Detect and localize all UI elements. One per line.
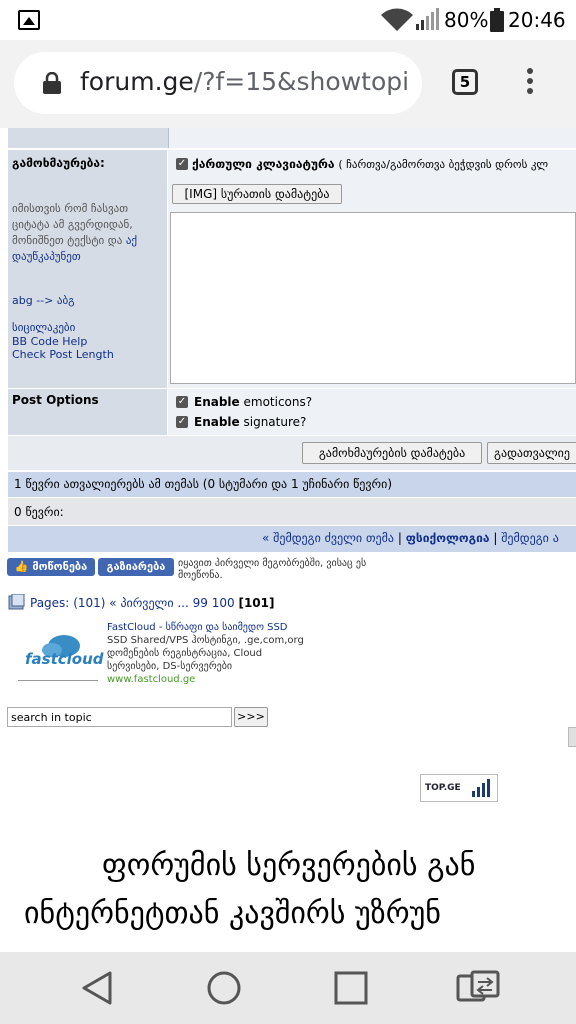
abg-link[interactable]: abg --> აბგ (12, 294, 75, 307)
page-100-link[interactable]: 100 (212, 596, 235, 610)
bar-chart-icon (472, 779, 490, 797)
emoticons-option: Enable emoticons? (194, 395, 312, 409)
side-widget-edge (568, 727, 576, 747)
bbcode-help-link[interactable]: BB Code Help (12, 335, 87, 348)
keyboard-label: ქართული კლავიატურა (192, 157, 335, 171)
signature-option: Enable signature? (194, 415, 306, 429)
quote-help-text: იმისთვის რომ ჩასვათ ციტატა ამ გვერდიდან,… (12, 202, 133, 247)
check-post-length-link[interactable]: Check Post Length (12, 348, 114, 361)
reply-label: გამოხმაურება: (12, 156, 105, 170)
wifi-icon (381, 8, 413, 31)
ad-divider (18, 680, 98, 681)
pagination: Pages: (101) « პირველი ... 99 100 [101] (30, 596, 275, 610)
fb-note: იყავით პირველი მეგობრებში, ვისაც ეს მოეწ… (178, 558, 367, 581)
ad-text: FastCloud - სწრაფი და საიმედო SSD SSD Sh… (107, 621, 304, 686)
pages-dots: ... (173, 596, 193, 610)
keyboard-toggle: ქართული კლავიატურა ( ჩართვა/გამორთვა ბეჭ… (192, 157, 548, 171)
signature-bold: Enable (194, 415, 240, 429)
newer-topic-link[interactable]: შემდეგი ა (501, 531, 559, 545)
fb-share-button[interactable]: გაზიარება (98, 558, 174, 576)
emoticons-bold: Enable (194, 395, 240, 409)
switch-app-icon[interactable] (456, 970, 500, 1006)
signal-icon (416, 8, 439, 30)
current-page: [101] (238, 596, 275, 610)
tab-switcher-icon[interactable]: 5 (452, 69, 478, 95)
post-options-label: Post Options (12, 393, 99, 407)
pages-count: (101) (73, 596, 106, 610)
preview-button[interactable]: გადათვალიე (487, 442, 576, 464)
url-host: forum.ge (80, 67, 194, 96)
clock: 20:46 (508, 8, 566, 32)
forum-link[interactable]: ფსიქოლოგია (406, 531, 490, 545)
ad-line1: SSD Shared/VPS ჰოსტინგი, .ge,com,org (107, 635, 304, 646)
battery-icon (490, 8, 504, 32)
fb-like-label: მოწონება (32, 560, 88, 573)
lock-icon (43, 72, 61, 94)
topge-counter[interactable]: TOP.GE (420, 774, 498, 802)
fastcloud-logo-text: fastcloud (25, 650, 104, 668)
ad-line3: სერვისები, DS-სერვერები (107, 661, 233, 672)
signature-checkbox[interactable]: ✓ (176, 416, 188, 428)
ad-line2: დომენების რეგისტრაცია, Cloud (107, 648, 263, 659)
ad-title-link[interactable]: FastCloud - სწრაფი და საიმედო SSD (107, 621, 304, 634)
add-image-button[interactable]: [IMG] სურათის დამატება (172, 184, 342, 204)
url-path: /?f=15&showtopic= (193, 67, 410, 96)
back-icon[interactable] (80, 970, 116, 1006)
banner-line1: ფორუმის სერვერების გან (102, 848, 476, 883)
older-topic-link[interactable]: « შემდეგი ძველი თემა (262, 531, 394, 545)
keyboard-hint: ( ჩართვა/გამორთვა ბეჭდვის დროს კლ (338, 158, 549, 171)
emoticons-text: emoticons? (239, 395, 313, 409)
signature-text: signature? (239, 415, 307, 429)
home-icon[interactable] (206, 970, 242, 1006)
nav-separator: | (394, 531, 406, 545)
search-go-button[interactable]: >>> (234, 707, 268, 727)
nav-separator: | (489, 531, 502, 545)
message-textarea[interactable] (170, 212, 576, 384)
banner-line2: ინტერნეტთან კავშირს უზრუნ (24, 896, 441, 931)
smilies-link[interactable]: სიცილაკები (12, 321, 75, 334)
overflow-menu-icon[interactable] (524, 68, 536, 98)
search-in-topic-input[interactable] (7, 707, 232, 727)
quote-help: იმისთვის რომ ჩასვათ ციტატა ამ გვერდიდან,… (12, 201, 162, 265)
readers-summary: 1 წევრი ათვალიერებს ამ თემას (0 სტუმარი … (14, 477, 392, 491)
keyboard-checkbox[interactable]: ✓ (176, 158, 188, 170)
fb-like-button[interactable]: 👍 მოწონება (7, 558, 95, 576)
image-notification-icon (18, 10, 40, 30)
page-99-link[interactable]: 99 (193, 596, 208, 610)
first-page-link[interactable]: « პირველი (109, 596, 173, 610)
members-bar (8, 498, 576, 525)
android-nav-bar (0, 952, 576, 1024)
pages-label: Pages: (30, 596, 70, 610)
url-text[interactable]: forum.ge/?f=15&showtopic= (80, 67, 410, 96)
status-bar: 80% 20:46 (0, 0, 576, 40)
recents-icon[interactable] (334, 971, 368, 1005)
emoticons-checkbox[interactable]: ✓ (176, 396, 188, 408)
topge-label: TOP.GE (425, 783, 461, 793)
row-top-right (168, 128, 576, 148)
pages-icon (8, 594, 25, 610)
add-reply-button[interactable]: გამოხმაურების დამატება (302, 442, 482, 464)
battery-percent: 80% (444, 8, 489, 32)
ad-url-link[interactable]: www.fastcloud.ge (107, 673, 304, 686)
topic-nav: « შემდეგი ძველი თემა | ფსიქოლოგია | შემდ… (262, 531, 559, 545)
members-label: 0 წევრი: (14, 505, 64, 519)
thumbs-up-icon: 👍 (14, 560, 29, 573)
row-top-left (8, 128, 168, 148)
